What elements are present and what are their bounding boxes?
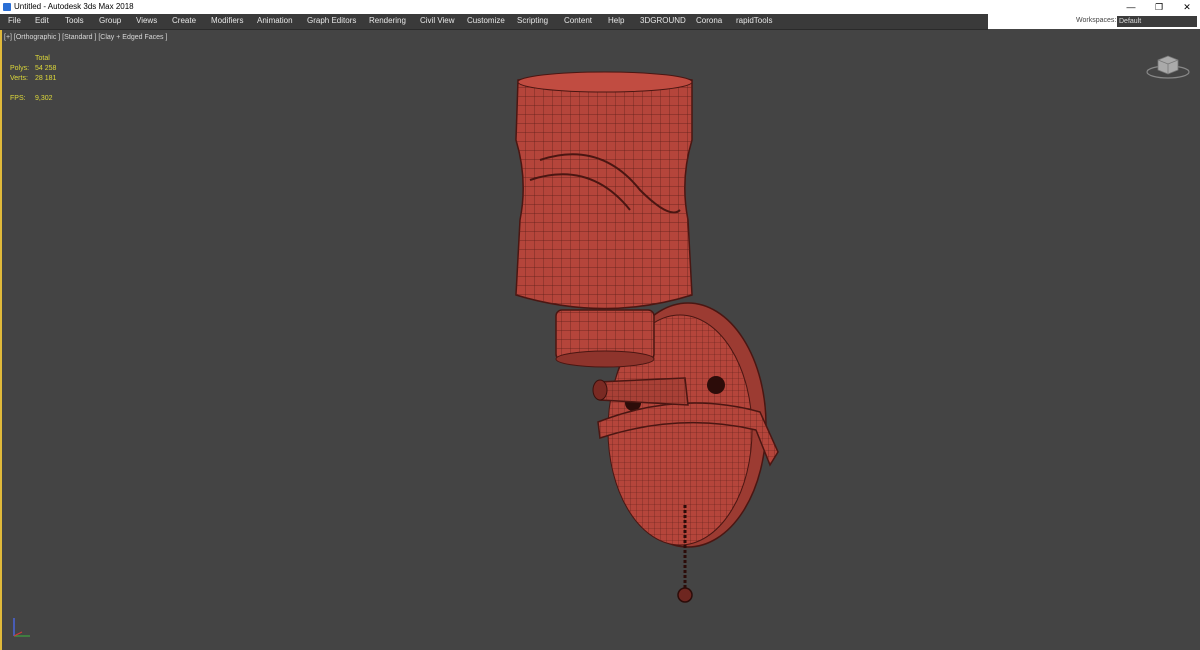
menu-group[interactable]: Group — [99, 16, 121, 25]
window-title: Untitled - Autodesk 3ds Max 2018 — [14, 2, 134, 11]
menu-customize[interactable]: Customize — [467, 16, 505, 25]
menu-tools[interactable]: Tools — [65, 16, 84, 25]
menu-graph-editors[interactable]: Graph Editors — [307, 16, 356, 25]
menu-edit[interactable]: Edit — [35, 16, 49, 25]
workspaces-label: Workspaces: — [1076, 17, 1117, 24]
menu-rapidtools[interactable]: rapidTools — [736, 16, 772, 25]
stats-fps-value: 9,302 — [35, 95, 53, 102]
menu-civil-view[interactable]: Civil View — [420, 16, 455, 25]
menu-modifiers[interactable]: Modifiers — [211, 16, 243, 25]
menu-help[interactable]: Help — [608, 16, 624, 25]
menu-file[interactable]: File — [8, 16, 21, 25]
menu-create[interactable]: Create — [172, 16, 196, 25]
stats-verts-label: Verts: — [10, 75, 28, 82]
menu-animation[interactable]: Animation — [257, 16, 293, 25]
axis-tripod-icon — [13, 618, 30, 637]
stats-verts-value: 28 181 — [35, 75, 57, 82]
menu-corona[interactable]: Corona — [696, 16, 722, 25]
close-button[interactable]: ✕ — [1174, 0, 1200, 14]
wall-sconce-model[interactable] — [480, 60, 810, 620]
minimize-button[interactable]: — — [1118, 0, 1144, 14]
viewcube-icon[interactable] — [1146, 52, 1190, 80]
menu-bar: File Edit Tools Group Views Create Modif… — [0, 14, 988, 30]
menu-content[interactable]: Content — [564, 16, 592, 25]
stats-fps-label: FPS: — [10, 95, 26, 102]
title-bar: Untitled - Autodesk 3ds Max 2018 — ❐ ✕ — [0, 0, 1200, 14]
viewport-label[interactable]: [+] [Orthographic ] [Standard ] [Clay + … — [4, 34, 167, 41]
socket-cup — [555, 309, 655, 368]
menu-rendering[interactable]: Rendering — [369, 16, 406, 25]
stats-header: Total — [35, 55, 50, 62]
workspaces-dropdown[interactable]: Default — [1117, 16, 1197, 27]
menu-scripting[interactable]: Scripting — [517, 16, 548, 25]
stats-polys-value: 54 258 — [35, 65, 57, 72]
app-icon — [3, 3, 11, 11]
menu-3dground[interactable]: 3DGROUND — [640, 16, 686, 25]
lamp-shade — [515, 71, 693, 310]
stats-polys-label: Polys: — [10, 65, 30, 72]
menu-views[interactable]: Views — [136, 16, 157, 25]
restore-button[interactable]: ❐ — [1146, 0, 1172, 14]
